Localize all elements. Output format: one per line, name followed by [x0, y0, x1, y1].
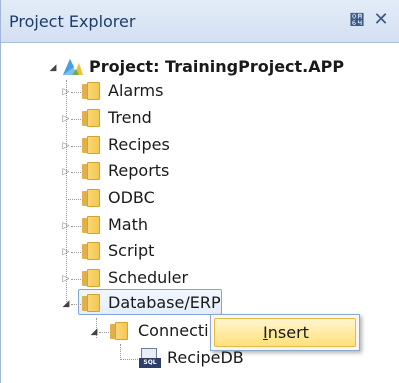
pin-icon[interactable]: ੤ — [349, 11, 365, 29]
tree-item-recipes[interactable]: ▷ Recipes — [58, 133, 258, 157]
folder-icon — [82, 162, 102, 180]
expand-arrow-icon[interactable]: ▷ — [61, 141, 71, 151]
project-explorer-panel: Project Explorer ੤ ✕ ◢ Project: Training… — [0, 0, 399, 383]
tree-connector — [66, 199, 83, 200]
folder-icon — [82, 189, 102, 207]
collapse-arrow-icon[interactable]: ◢ — [89, 327, 99, 337]
tree-item-label: Math — [108, 215, 149, 234]
folder-icon — [82, 109, 102, 127]
folder-icon — [82, 82, 102, 100]
tree-item-label: Trend — [108, 108, 152, 127]
tree-item-scheduler[interactable]: ▷ Scheduler — [58, 266, 258, 290]
project-icon — [63, 59, 83, 75]
tree-item-odbc[interactable]: ODBC — [58, 186, 258, 210]
tree-item-script[interactable]: ▷ Script — [58, 239, 258, 263]
tree-item-alarms[interactable]: ▷ Alarms — [58, 79, 258, 103]
tree-item-database-erp[interactable]: ◢ Database/ERP — [58, 291, 228, 315]
folder-icon — [82, 136, 102, 154]
panel-titlebar: Project Explorer ੤ ✕ — [1, 0, 399, 43]
tree-root-row[interactable]: ◢ Project: TrainingProject.APP — [41, 56, 381, 80]
folder-icon — [82, 269, 102, 287]
folder-icon — [82, 242, 102, 260]
expand-arrow-icon[interactable]: ▷ — [61, 247, 71, 257]
tree-item-label: Script — [108, 241, 155, 260]
tree-item-label: Database/ERP — [108, 293, 221, 312]
tree-item-reports[interactable]: ▷ Reports — [58, 159, 258, 183]
expand-arrow-icon[interactable]: ▷ — [61, 221, 71, 231]
tree-item-label: ODBC — [108, 188, 155, 207]
tree-root-label: Project: TrainingProject.APP — [89, 57, 345, 76]
expand-arrow-icon[interactable]: ▷ — [61, 167, 71, 177]
tree-item-trend[interactable]: ▷ Trend — [58, 106, 258, 130]
menu-item-label: Insert — [263, 323, 309, 342]
tree-item-math[interactable]: ▷ Math — [58, 213, 258, 237]
tree-item-connections[interactable]: ◢ Connecti — [86, 319, 226, 343]
folder-icon — [82, 216, 102, 234]
menu-item-insert[interactable]: Insert — [214, 318, 356, 347]
tree-item-label: Alarms — [108, 81, 164, 100]
expand-arrow-icon[interactable]: ▷ — [61, 87, 71, 97]
panel-title: Project Explorer — [9, 12, 136, 31]
collapse-arrow-icon[interactable]: ◢ — [61, 299, 71, 309]
expand-arrow-icon[interactable]: ▷ — [61, 114, 71, 124]
close-icon[interactable]: ✕ — [370, 10, 392, 30]
context-menu: Insert — [210, 314, 360, 351]
folder-icon — [110, 322, 130, 340]
sql-database-icon: SQL — [139, 348, 163, 370]
expand-arrow-icon[interactable]: ▷ — [61, 274, 71, 284]
tree-item-label: Connecti — [138, 321, 209, 340]
folder-icon — [82, 294, 102, 312]
tree-item-label: Recipes — [108, 135, 170, 154]
tree-item-label: Scheduler — [108, 268, 189, 287]
tree-connector — [120, 359, 138, 360]
tree-item-label: Reports — [108, 161, 170, 180]
collapse-arrow-icon[interactable]: ◢ — [48, 63, 58, 73]
